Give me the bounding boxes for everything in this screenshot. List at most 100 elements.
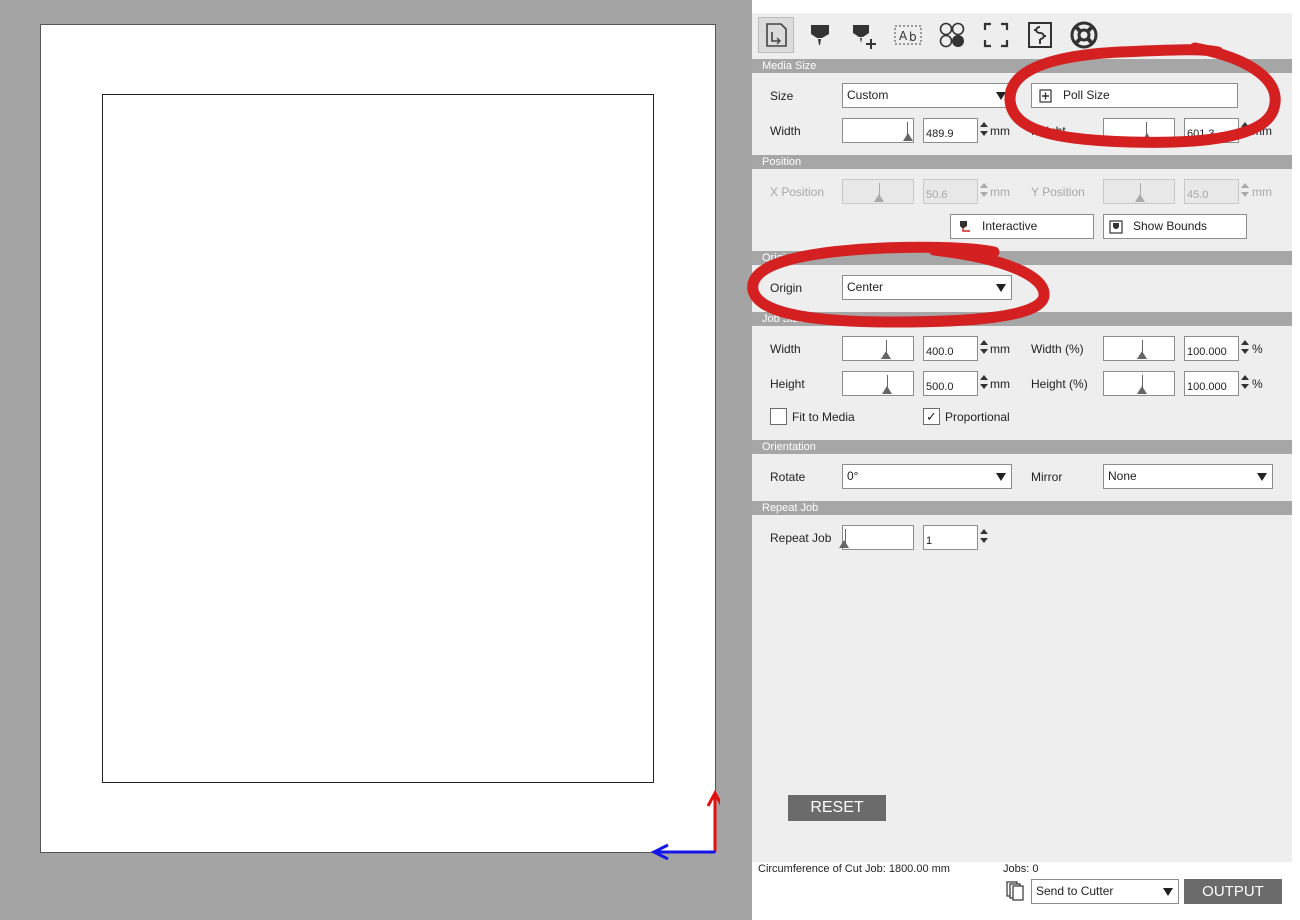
slider-thumb[interactable]	[1137, 351, 1147, 359]
svg-text:b: b	[909, 30, 917, 44]
job-height-pct-label: Height (%)	[1031, 377, 1088, 391]
add-tool-icon	[853, 25, 876, 49]
media-width-spinner[interactable]	[980, 122, 988, 138]
text-weld-tab[interactable]: Ab	[890, 17, 926, 53]
origin-select[interactable]: Center	[842, 275, 1012, 300]
origin-select-value: Center	[847, 280, 884, 294]
slider-thumb[interactable]	[881, 351, 891, 359]
section-origin: Origin	[752, 251, 1292, 265]
size-select[interactable]: Custom	[842, 83, 1012, 108]
job-height-slider[interactable]	[842, 371, 914, 396]
media-settings-tab[interactable]	[758, 17, 794, 53]
slider-thumb[interactable]	[1135, 194, 1145, 202]
shapes-tab[interactable]	[934, 17, 970, 53]
svg-text:A: A	[899, 29, 908, 43]
job-height-pct-spinner[interactable]	[1241, 375, 1249, 391]
show-bounds-button[interactable]: Show Bounds	[1103, 214, 1247, 239]
interactive-label: Interactive	[982, 219, 1038, 233]
proportional-checkbox[interactable]: ✓	[923, 408, 940, 425]
cut-tool-icon	[811, 25, 829, 45]
y-position-slider[interactable]	[1103, 179, 1175, 204]
media-width-input[interactable]: 489.9	[923, 118, 978, 143]
poll-size-label: Poll Size	[1063, 88, 1110, 102]
proportional-label: Proportional	[945, 410, 1010, 424]
add-tool-tab[interactable]	[846, 17, 882, 53]
x-position-label: X Position	[770, 185, 825, 199]
job-height-spinner[interactable]	[980, 375, 988, 391]
job-width-spinner[interactable]	[980, 340, 988, 356]
slider-thumb[interactable]	[882, 386, 892, 394]
slider-thumb[interactable]	[1137, 386, 1147, 394]
y-position-input[interactable]: 45.0	[1184, 179, 1239, 204]
rotate-label: Rotate	[770, 470, 806, 484]
media-height-spinner[interactable]	[1241, 122, 1249, 138]
rotate-select[interactable]: 0°	[842, 464, 1012, 489]
chevron-down-icon	[1257, 473, 1267, 481]
registration-tab[interactable]	[1022, 17, 1058, 53]
job-width-pct-slider[interactable]	[1103, 336, 1175, 361]
job-width-pct-unit: %	[1252, 342, 1263, 356]
send-target-select[interactable]: Send to Cutter	[1031, 879, 1179, 904]
job-height-pct-slider[interactable]	[1103, 371, 1175, 396]
job-height-pct-input[interactable]: 100.000	[1184, 371, 1239, 396]
fit-to-media-checkbox[interactable]	[770, 408, 787, 425]
media-width-unit: mm	[990, 124, 1010, 138]
section-job-size: Job Size	[752, 312, 1292, 326]
fullscreen-tab[interactable]	[978, 17, 1014, 53]
reset-button[interactable]: RESET	[788, 795, 886, 821]
media-height-input[interactable]: 601.3	[1184, 118, 1239, 143]
chevron-down-icon	[996, 284, 1006, 292]
size-label: Size	[770, 89, 794, 103]
job-width-pct-spinner[interactable]	[1241, 340, 1249, 356]
interactive-button[interactable]: Interactive	[950, 214, 1094, 239]
text-weld-icon: Ab	[894, 25, 922, 45]
media-width-label: Width	[770, 124, 801, 138]
job-width-pct-label: Width (%)	[1031, 342, 1084, 356]
origin-label: Origin	[770, 281, 803, 295]
job-height-unit: mm	[990, 377, 1010, 391]
repeat-job-slider[interactable]	[839, 525, 914, 550]
mirror-select-value: None	[1108, 469, 1137, 483]
job-height-label: Height	[770, 377, 805, 391]
slider-thumb[interactable]	[874, 194, 884, 202]
section-media-size: Media Size	[752, 59, 1292, 73]
slider-thumb[interactable]	[839, 540, 849, 548]
job-height-input[interactable]: 500.0	[923, 371, 978, 396]
job-bounds-rectangle[interactable]	[102, 94, 654, 783]
poll-size-button[interactable]: Poll Size	[1031, 83, 1238, 108]
checkmark-icon: ✓	[926, 409, 937, 424]
media-width-slider[interactable]	[842, 118, 914, 143]
mirror-select[interactable]: None	[1103, 464, 1273, 489]
media-height-slider[interactable]	[1103, 118, 1175, 143]
x-position-spinner[interactable]	[980, 183, 988, 199]
repeat-job-label: Repeat Job	[770, 531, 832, 545]
job-width-input[interactable]: 400.0	[923, 336, 978, 361]
job-width-pct-input[interactable]: 100.000	[1184, 336, 1239, 361]
section-position: Position	[752, 155, 1292, 169]
mirror-label: Mirror	[1031, 470, 1063, 484]
chevron-down-icon	[996, 92, 1006, 100]
x-position-input[interactable]: 50.6	[923, 179, 978, 204]
interactive-tool-icon	[960, 220, 970, 232]
show-bounds-label: Show Bounds	[1133, 219, 1208, 233]
show-bounds-icon	[1109, 219, 1123, 234]
poll-size-icon	[1039, 88, 1052, 103]
canvas-area[interactable]	[0, 0, 752, 920]
send-target-value: Send to Cutter	[1036, 884, 1114, 898]
y-position-unit: mm	[1252, 185, 1272, 199]
slider-thumb[interactable]	[1142, 133, 1152, 141]
output-button[interactable]: OUTPUT	[1184, 879, 1282, 904]
size-select-value: Custom	[847, 88, 889, 102]
slider-thumb[interactable]	[903, 133, 913, 141]
repeat-job-spinner[interactable]	[980, 529, 988, 545]
x-position-slider[interactable]	[842, 179, 914, 204]
help-lifebuoy-icon	[1070, 21, 1098, 49]
y-position-spinner[interactable]	[1241, 183, 1249, 199]
panel-top-strip	[752, 0, 1300, 13]
cut-tool-tab[interactable]	[802, 17, 838, 53]
job-queue-icon[interactable]	[1005, 880, 1025, 902]
chevron-down-icon	[1163, 888, 1173, 896]
repeat-job-input[interactable]: 1	[923, 525, 978, 550]
help-tab[interactable]	[1066, 17, 1102, 53]
job-width-slider[interactable]	[842, 336, 914, 361]
